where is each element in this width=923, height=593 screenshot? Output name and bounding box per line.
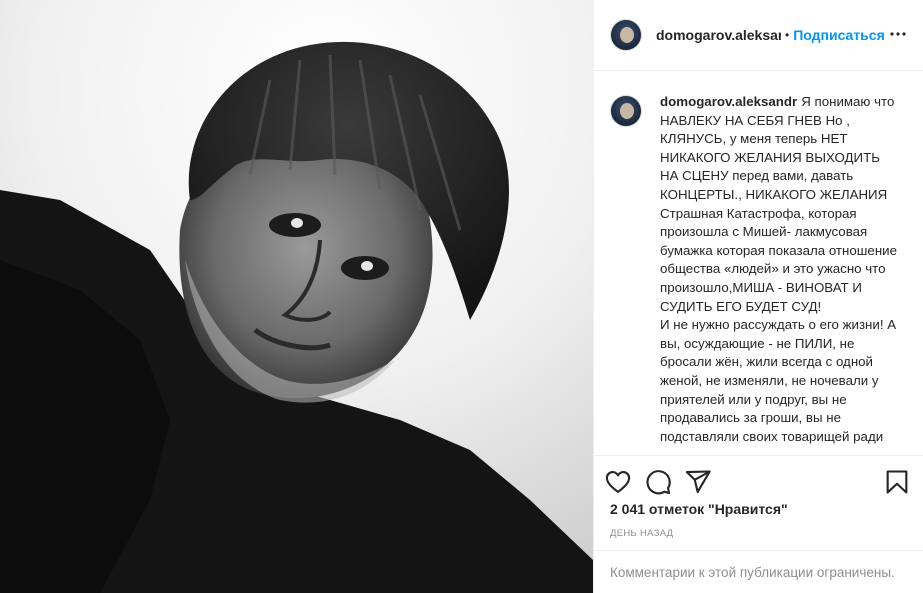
separator-dot: • <box>785 28 790 42</box>
actions-section: 2 041 отметок "Нравится" День назад <box>594 455 923 560</box>
caption-body: domogarov.aleksandr Я понимаю что НАВЛЕКУ… <box>660 93 900 446</box>
bookmark-icon[interactable] <box>883 468 911 496</box>
post-side-panel: domogarov.aleksan • Подписаться domogaro… <box>593 0 923 593</box>
avatar[interactable] <box>610 19 642 51</box>
caption-text: Я понимаю что НАВЛЕКУ НА СЕБЯ ГНЕВ Но , … <box>660 94 897 444</box>
share-icon[interactable] <box>684 468 712 496</box>
post-header: domogarov.aleksan • Подписаться <box>594 0 923 71</box>
caption-username[interactable]: domogarov.aleksandr <box>660 94 797 109</box>
follow-button[interactable]: Подписаться <box>793 27 885 43</box>
post-timestamp[interactable]: День назад <box>610 528 673 539</box>
caption: domogarov.aleksandr Я понимаю что НАВЛЕКУ… <box>610 93 908 446</box>
caption-avatar[interactable] <box>610 95 642 127</box>
more-icon[interactable] <box>886 22 910 46</box>
portrait-photo-icon <box>0 0 593 593</box>
header-username[interactable]: domogarov.aleksan <box>656 27 781 43</box>
comments-area[interactable]: domogarov.aleksandr Я понимаю что НАВЛЕКУ… <box>594 72 923 456</box>
post-photo[interactable] <box>0 0 593 593</box>
likes-count[interactable]: 2 041 отметок "Нравится" <box>610 501 788 517</box>
heart-icon[interactable] <box>604 468 632 496</box>
comments-limited-notice: Комментарии к этой публикации ограничены… <box>594 550 923 593</box>
comment-icon[interactable] <box>644 468 672 496</box>
action-bar <box>602 462 916 502</box>
